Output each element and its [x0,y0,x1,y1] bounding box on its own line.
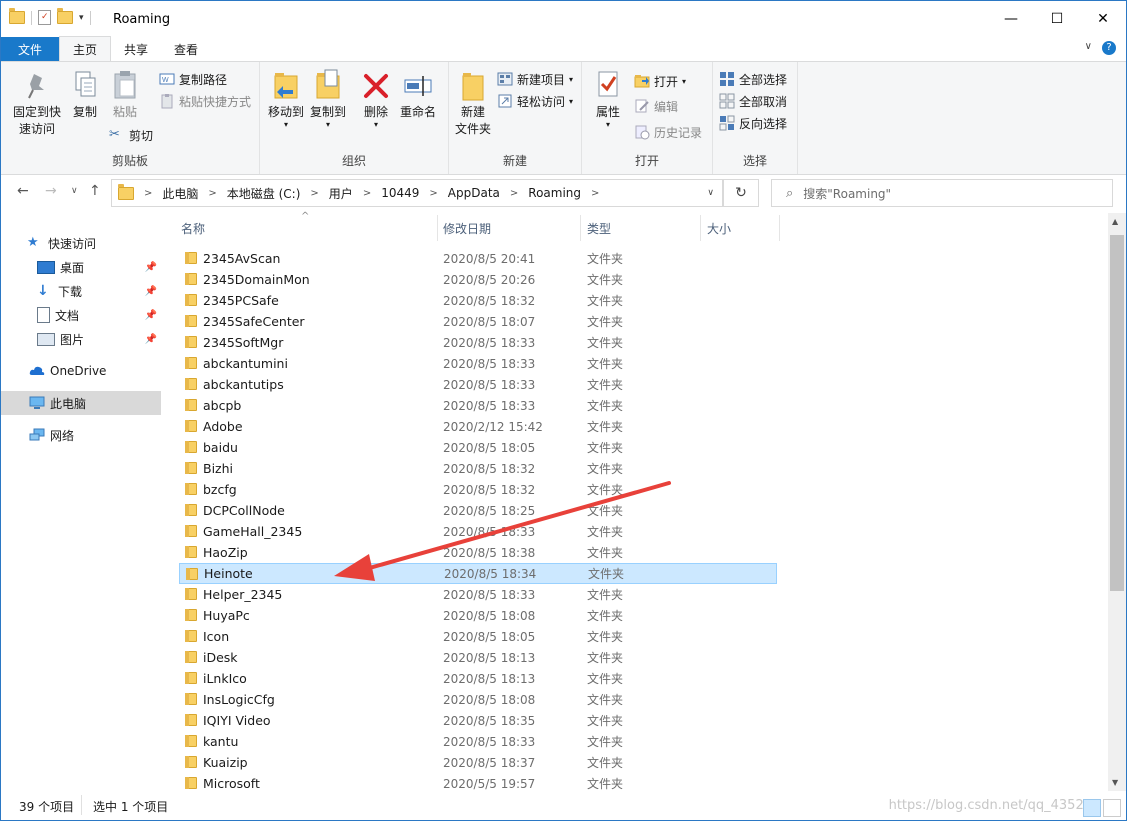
scrollbar-thumb[interactable] [1110,235,1124,591]
large-icons-view-icon[interactable] [1103,799,1121,817]
scroll-up-icon[interactable]: ▲ [1112,217,1118,226]
divider [81,795,82,815]
vertical-scrollbar[interactable]: ▲ ▼ [1108,213,1126,791]
item-count: 39 个项目 [19,800,75,814]
watermark: https://blog.csdn.net/qq_43528 [888,798,1092,813]
scroll-down-icon[interactable]: ▼ [1112,778,1118,787]
selected-count: 选中 1 个项目 [93,800,169,814]
annotation-arrow [334,481,671,581]
arrow-shaft [357,481,671,573]
details-view-icon[interactable] [1083,799,1101,817]
arrow-head [334,554,375,581]
explorer-window: ✓ ▾ Roaming — ☐ ✕ 文件 主页 共享 查看 ∨ ? 固定到快 速… [0,0,1127,821]
